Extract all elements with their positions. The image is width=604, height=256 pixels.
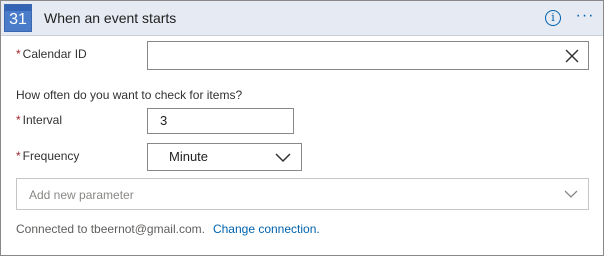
interval-label-text: Interval: [22, 113, 63, 127]
chevron-down-icon: [564, 190, 578, 198]
interval-label: * Interval: [16, 113, 62, 127]
required-marker: *: [16, 47, 21, 61]
frequency-label: * Frequency: [16, 149, 79, 163]
trigger-card: 31 When an event starts i ··· * Calendar …: [0, 0, 604, 256]
calendar-id-label-text: Calendar ID: [22, 47, 87, 61]
calendar-id-label: * Calendar ID: [16, 47, 87, 61]
google-calendar-icon: 31: [4, 4, 32, 32]
frequency-select[interactable]: Minute: [147, 143, 302, 171]
calendar-icon-day: 31: [9, 11, 27, 28]
add-new-parameter-placeholder: Add new parameter: [29, 188, 134, 202]
chevron-down-icon: [275, 153, 291, 163]
close-icon[interactable]: [564, 48, 580, 64]
interval-value: 3: [160, 113, 168, 128]
required-marker: *: [16, 113, 21, 127]
add-new-parameter-dropdown[interactable]: Add new parameter: [16, 178, 589, 210]
connection-status: Connected to tbeernot@gmail.com. Change c…: [16, 222, 320, 236]
required-marker: *: [16, 149, 21, 163]
frequency-selected-value: Minute: [169, 149, 209, 164]
interval-input[interactable]: 3: [147, 108, 294, 134]
connected-text: Connected to tbeernot@gmail.com.: [16, 222, 205, 236]
calendar-id-input[interactable]: [147, 41, 589, 70]
change-connection-link[interactable]: Change connection.: [213, 222, 320, 236]
frequency-label-text: Frequency: [22, 149, 80, 163]
frequency-section-prompt: How often do you want to check for items…: [16, 88, 243, 102]
card-header[interactable]: 31 When an event starts i ···: [1, 1, 603, 36]
more-options-icon[interactable]: ···: [575, 8, 595, 26]
info-icon[interactable]: i: [545, 10, 561, 26]
trigger-title: When an event starts: [44, 10, 177, 26]
